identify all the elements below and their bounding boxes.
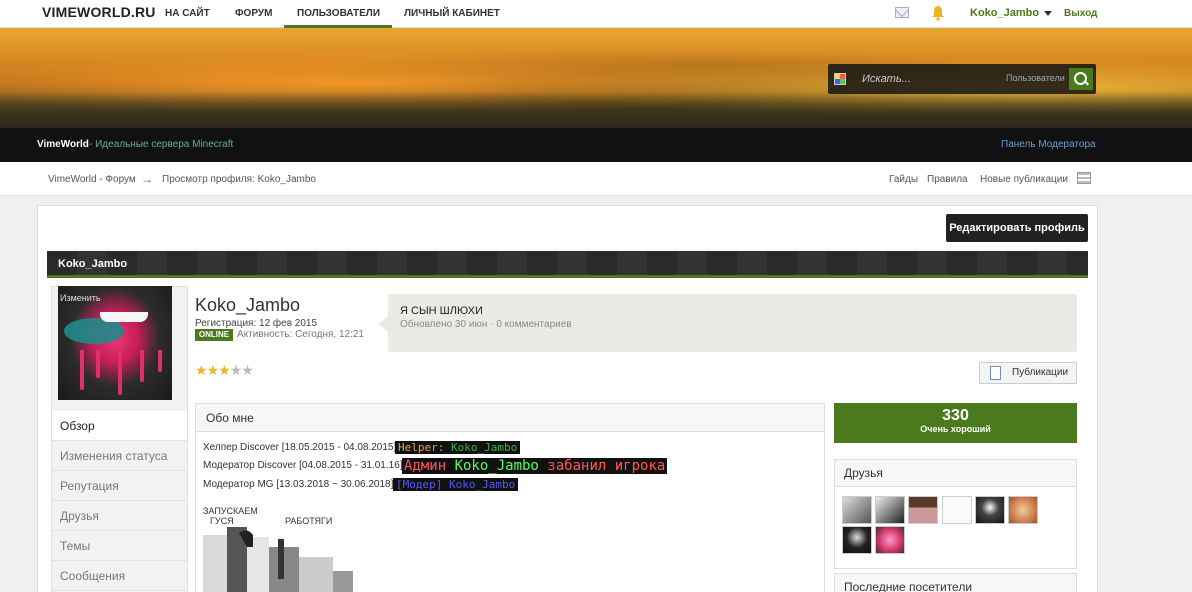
- breadcrumb-current: Просмотр профиля: Koko_Jambo: [162, 174, 316, 185]
- admin-tag-suffix: забанил игрока: [538, 458, 666, 474]
- nav-item-users[interactable]: ПОЛЬЗОВАТЕЛИ: [297, 8, 380, 19]
- rules-link[interactable]: Правила: [927, 174, 968, 185]
- chevron-down-icon[interactable]: [1044, 11, 1052, 16]
- sidebar-item-overview[interactable]: Обзор: [52, 411, 187, 441]
- avatar-art-drip: [158, 350, 162, 372]
- admin-tag-prefix: Админ: [404, 458, 455, 474]
- star-icon: ★: [241, 362, 254, 378]
- last-activity: Активность: Сегодня, 12:21: [237, 329, 364, 340]
- helper-tag: Helper: Koko_Jambo: [395, 441, 521, 454]
- about-title: Обо мне: [206, 411, 254, 425]
- ascii-caption-2: ГУСЯ: [210, 516, 234, 526]
- sidebar-item-topics[interactable]: Темы: [52, 531, 187, 561]
- breadcrumb-separator: →: [141, 172, 153, 186]
- user-menu-link[interactable]: Koko_Jambo: [970, 7, 1039, 19]
- reputation-label: Очень хороший: [920, 424, 991, 434]
- about-header: [195, 403, 825, 432]
- star-icon: ★: [218, 362, 231, 378]
- star-icon: ★: [206, 362, 220, 378]
- brand-tagline: - Идеальные сервера Minecraft: [89, 139, 234, 150]
- friend-avatar[interactable]: [975, 496, 1005, 524]
- sidebar-item-reputation[interactable]: Репутация: [52, 471, 187, 501]
- registration-date: Регистрация: 12 фев 2015: [195, 318, 318, 329]
- avatar-art-drip: [96, 350, 100, 378]
- list-icon[interactable]: [1077, 172, 1091, 184]
- online-badge: ONLINE: [195, 329, 233, 341]
- brand-name[interactable]: VimeWorld: [37, 139, 89, 150]
- avatar-art-drip: [80, 350, 84, 390]
- status-meta[interactable]: Обновлено 30 июн · 0 комментариев: [400, 319, 572, 330]
- helper-tag-name: Koko_Jambo: [450, 441, 518, 454]
- friend-avatar[interactable]: [875, 496, 905, 524]
- star-icon: ★: [195, 362, 208, 378]
- ascii-caption-3: РАБОТЯГИ: [285, 516, 333, 526]
- avatar: [58, 286, 172, 400]
- mail-icon[interactable]: [895, 7, 909, 18]
- search-input[interactable]: Искать...: [862, 73, 911, 85]
- reputation-value: 330: [942, 407, 969, 424]
- avatar-art-drip: [140, 350, 144, 382]
- logout-link[interactable]: Выход: [1064, 8, 1097, 19]
- avatar-art-teeth: [100, 312, 148, 322]
- breadcrumb-forum[interactable]: VimeWorld - Форум: [48, 174, 136, 185]
- friend-avatar[interactable]: [908, 496, 938, 524]
- banner-landscape: [0, 92, 1192, 128]
- star-icon: ★: [229, 362, 243, 378]
- search-scope-icon[interactable]: [834, 73, 846, 85]
- moder-tag: [Модер] Koko_Jambo: [393, 478, 519, 491]
- avatar-art-drip: [118, 350, 122, 395]
- about-line-moderator-discover: Модератор Discover [04.08.2015 - 31.01.1…: [203, 460, 403, 471]
- new-posts-link[interactable]: Новые публикации: [980, 174, 1068, 185]
- guides-link[interactable]: Гайды: [889, 174, 918, 185]
- friend-avatar[interactable]: [942, 496, 972, 524]
- nav-item-cabinet[interactable]: ЛИЧНЫЙ КАБИНЕТ: [404, 8, 500, 19]
- sidebar-item-friends[interactable]: Друзья: [52, 501, 187, 531]
- recent-visitors-title: Последние посетители: [844, 580, 973, 592]
- status-pointer: [378, 316, 388, 332]
- profile-name-bar-title: Koko_Jambo: [58, 258, 128, 270]
- document-icon: [990, 366, 1001, 380]
- site-logo[interactable]: VIMEWORLD.RU: [42, 4, 156, 20]
- nav-item-forum[interactable]: ФОРУМ: [235, 8, 272, 19]
- admin-tag-name: Koko_Jambo: [454, 458, 539, 474]
- helper-tag-prefix: Helper:: [398, 441, 451, 454]
- friend-avatar[interactable]: [842, 526, 872, 554]
- about-line-moderator-mg: Модератор MG [13.03.2018 ~ 30.06.2018]: [203, 479, 394, 490]
- sidebar-item-messages[interactable]: Сообщения: [52, 561, 187, 591]
- about-line-helper: Хелпер Discover [18.05.2015 - 04.08.2015…: [203, 442, 397, 453]
- search-button[interactable]: [1069, 68, 1093, 90]
- admin-tag: Админ Koko_Jambo забанил игрока: [402, 458, 668, 474]
- friend-avatar[interactable]: [842, 496, 872, 524]
- nav-item-site[interactable]: НА САЙТ: [165, 8, 210, 19]
- moderator-panel-link[interactable]: Панель Модератора: [1001, 139, 1096, 150]
- friend-avatar[interactable]: [875, 526, 905, 554]
- status-text: Я СЫН ШЛЮХИ: [400, 305, 483, 317]
- bell-icon[interactable]: [931, 5, 945, 21]
- avatar-edit-link[interactable]: Изменить: [60, 293, 101, 303]
- friends-title: Друзья: [844, 466, 883, 480]
- profile-name-bar: [47, 251, 1088, 278]
- rating-stars: ★★★★★: [195, 362, 254, 379]
- ascii-art-goose: [203, 527, 353, 592]
- edit-profile-button[interactable]: Редактировать профиль: [946, 214, 1088, 242]
- ascii-caption-1: ЗАПУСКАЕМ: [203, 506, 258, 516]
- sidebar-item-status-changes[interactable]: Изменения статуса: [52, 441, 187, 471]
- friend-avatar[interactable]: [1008, 496, 1038, 524]
- search-scope-label[interactable]: Пользователи: [1006, 73, 1065, 83]
- profile-name: Koko_Jambo: [195, 295, 301, 315]
